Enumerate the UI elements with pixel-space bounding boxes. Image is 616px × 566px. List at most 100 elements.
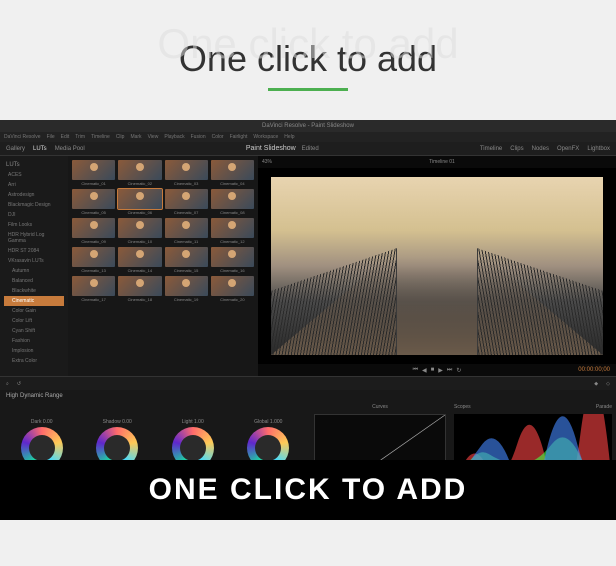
prev-clip-button[interactable]: ⏮ xyxy=(413,367,418,374)
top-toolbar: Gallery LUTs Media Pool Paint Slideshow … xyxy=(0,142,616,156)
loop-button[interactable]: ↻ xyxy=(456,367,461,374)
lut-thumbnail[interactable]: Cinematic_05 xyxy=(72,189,115,215)
menu-item[interactable]: Trim xyxy=(75,134,85,140)
menu-item[interactable]: Edit xyxy=(61,134,70,140)
thumbnail-label: Cinematic_09 xyxy=(72,239,115,244)
menu-item[interactable]: Timeline xyxy=(91,134,110,140)
thumbnail-image xyxy=(211,247,254,267)
thumbnail-image xyxy=(118,218,161,238)
lut-thumbnail[interactable]: Cinematic_18 xyxy=(118,276,161,302)
lut-thumbnail[interactable]: Cinematic_13 xyxy=(72,247,115,273)
keyframe-icon[interactable]: ◆ xyxy=(594,381,598,387)
sidebar-sub-item[interactable]: Fashion xyxy=(4,336,64,346)
thumbnail-image xyxy=(165,247,208,267)
toolbar-openfx[interactable]: OpenFX xyxy=(557,146,579,152)
keyframe-icon[interactable]: ◇ xyxy=(606,381,610,387)
thumbnail-label: Cinematic_14 xyxy=(118,268,161,273)
lut-thumbnail[interactable]: Cinematic_04 xyxy=(211,160,254,186)
titlebar: DaVinci Resolve - Paint Slideshow xyxy=(0,120,616,132)
viewer-canvas[interactable] xyxy=(258,168,616,364)
scopes-label: Scopes xyxy=(454,404,471,410)
sidebar-sub-item[interactable]: Autumn xyxy=(4,266,64,276)
lut-thumbnail[interactable]: Cinematic_02 xyxy=(118,160,161,186)
thumbnail-image xyxy=(165,218,208,238)
lut-thumbnail[interactable]: Cinematic_10 xyxy=(118,218,161,244)
face-icon xyxy=(90,250,98,258)
sidebar-sub-item[interactable]: Cyan Shift xyxy=(4,326,64,336)
menu-item[interactable]: Clip xyxy=(116,134,125,140)
pier-rail-right xyxy=(477,248,603,355)
toolbar-clips[interactable]: Clips xyxy=(510,146,523,152)
lut-thumbnail[interactable]: Cinematic_08 xyxy=(211,189,254,215)
stop-button[interactable]: ■ xyxy=(431,367,435,373)
lut-thumbnail[interactable]: Cinematic_16 xyxy=(211,247,254,273)
lut-thumbnail[interactable]: Cinematic_14 xyxy=(118,247,161,273)
sidebar-sub-item[interactable]: Blackwhite xyxy=(4,286,64,296)
toolbar-gallery[interactable]: Gallery xyxy=(6,146,25,152)
play-reverse-button[interactable]: ◀ xyxy=(422,367,427,374)
sidebar-item[interactable]: Film Looks xyxy=(4,220,64,230)
play-button[interactable]: ▶ xyxy=(438,367,443,374)
toolbar-luts[interactable]: LUTs xyxy=(33,146,47,152)
sidebar-item[interactable]: VKrasavin LUTs xyxy=(4,256,64,266)
menu-item[interactable]: Mark xyxy=(130,134,141,140)
menu-item[interactable]: Playback xyxy=(164,134,184,140)
sidebar-sub-item-selected[interactable]: Cinematic xyxy=(4,296,64,306)
sidebar-item[interactable]: ACES xyxy=(4,170,64,180)
lut-thumbnail[interactable]: Cinematic_06 xyxy=(118,189,161,215)
sidebar-sub-item[interactable]: Implosion xyxy=(4,346,64,356)
thumbnail-label: Cinematic_11 xyxy=(165,239,208,244)
menu-item[interactable]: Fusion xyxy=(191,134,206,140)
viewer-fit[interactable]: 43% xyxy=(262,159,272,165)
thumbnail-image xyxy=(72,247,115,267)
search-icon[interactable]: ⌕ xyxy=(6,381,9,387)
lut-thumbnail[interactable]: Cinematic_20 xyxy=(211,276,254,302)
sidebar-sub-item[interactable]: Extra Color xyxy=(4,356,64,366)
sidebar-sub-item[interactable]: Color Lift xyxy=(4,316,64,326)
lut-thumbnail[interactable]: Cinematic_03 xyxy=(165,160,208,186)
lut-thumbnail[interactable]: Cinematic_07 xyxy=(165,189,208,215)
banner-text: ONE CLICK TO ADD xyxy=(149,473,468,507)
lut-thumbnail[interactable]: Cinematic_01 xyxy=(72,160,115,186)
reset-icon[interactable]: ↺ xyxy=(17,381,21,387)
lut-thumbnail[interactable]: Cinematic_12 xyxy=(211,218,254,244)
wheel-label: Global 1.000 xyxy=(247,419,289,425)
lut-thumbnail[interactable]: Cinematic_11 xyxy=(165,218,208,244)
toolbar-media-pool[interactable]: Media Pool xyxy=(55,146,85,152)
sidebar-item[interactable]: HDR ST 2084 xyxy=(4,246,64,256)
thumbnail-label: Cinematic_20 xyxy=(211,297,254,302)
lut-thumbnail[interactable]: Cinematic_19 xyxy=(165,276,208,302)
toolbar-nodes[interactable]: Nodes xyxy=(532,146,549,152)
menu-item[interactable]: Color xyxy=(212,134,224,140)
lut-thumbnail[interactable]: Cinematic_15 xyxy=(165,247,208,273)
sidebar-sub-item[interactable]: Color Gain xyxy=(4,306,64,316)
thumbnail-label: Cinematic_16 xyxy=(211,268,254,273)
sidebar-item[interactable]: Arri xyxy=(4,180,64,190)
viewer-timeline-label[interactable]: Timeline 01 xyxy=(429,159,455,165)
sidebar-item[interactable]: HDR Hybrid Log Gamma xyxy=(4,230,64,246)
face-icon xyxy=(228,221,236,229)
toolbar-lightbox[interactable]: Lightbox xyxy=(587,146,610,152)
menu-item[interactable]: DaVinci Resolve xyxy=(4,134,41,140)
lut-thumbnail[interactable]: Cinematic_17 xyxy=(72,276,115,302)
thumbnail-image xyxy=(211,218,254,238)
toolbar-timeline[interactable]: Timeline xyxy=(480,146,502,152)
sidebar-item[interactable]: DJI xyxy=(4,210,64,220)
timecode[interactable]: 00:00:00;00 xyxy=(578,367,610,373)
viewer-panel: 43% Timeline 01 ⏮ ◀ ■ ▶ ⏭ ↻ 00:00:00;00 xyxy=(258,156,616,376)
next-clip-button[interactable]: ⏭ xyxy=(447,367,452,374)
sidebar-item[interactable]: Astrodesign xyxy=(4,190,64,200)
sidebar-sub-item[interactable]: Balanced xyxy=(4,276,64,286)
parade-label[interactable]: Parade xyxy=(596,404,612,410)
sidebar-item[interactable]: Blackmagic Design xyxy=(4,200,64,210)
menu-item[interactable]: Workspace xyxy=(253,134,278,140)
lut-thumbnail[interactable]: Cinematic_09 xyxy=(72,218,115,244)
face-icon xyxy=(90,192,98,200)
menu-item[interactable]: View xyxy=(148,134,159,140)
menu-item[interactable]: Fairlight xyxy=(230,134,248,140)
preview-image xyxy=(271,177,604,356)
menu-item[interactable]: Help xyxy=(284,134,294,140)
menu-item[interactable]: File xyxy=(47,134,55,140)
mid-toolbar: ⌕ ↺ ◆ ◇ xyxy=(0,376,616,390)
project-title: Paint Slideshow Edited xyxy=(93,145,472,152)
